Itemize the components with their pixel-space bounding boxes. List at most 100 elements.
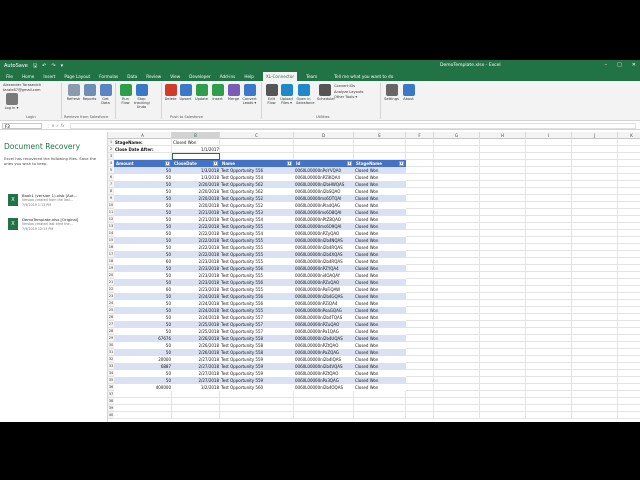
table-cell[interactable]: 2/23/2018	[172, 279, 220, 286]
column-header-e[interactable]: E	[354, 132, 406, 139]
undo-icon[interactable]: ↶	[42, 62, 46, 70]
tab-file[interactable]: File	[6, 74, 13, 79]
table-cell[interactable]: Closed Won	[354, 286, 406, 293]
save-icon[interactable]: 🖫	[33, 62, 37, 70]
column-header-d[interactable]: D	[294, 132, 354, 139]
table-cell[interactable]: Closed Won	[354, 237, 406, 244]
table-cell[interactable]: Test Opportunity 562	[220, 188, 294, 195]
table-cell[interactable]: Test Opportunity 556	[220, 279, 294, 286]
table-cell[interactable]: 50	[114, 307, 172, 314]
table-cell[interactable]: 50	[114, 265, 172, 272]
table-cell[interactable]: Closed Won	[354, 314, 406, 321]
table-cell[interactable]: 0060L00000ms6OTQAI	[294, 195, 354, 202]
table-cell[interactable]: Closed Won	[354, 363, 406, 370]
table-header-name[interactable]: Name	[220, 160, 294, 167]
column-header-h[interactable]: H	[480, 132, 526, 139]
table-cell[interactable]: Closed Won	[354, 377, 406, 384]
table-cell[interactable]: Closed Won	[354, 181, 406, 188]
tab-developer[interactable]: Developer	[189, 74, 211, 79]
table-cell[interactable]: Test Opportunity 555	[220, 286, 294, 293]
table-cell[interactable]: Test Opportunity 562	[220, 181, 294, 188]
table-cell[interactable]: 2/27/2018	[172, 377, 220, 384]
table-cell[interactable]: 3/2/2018	[172, 384, 220, 391]
table-cell[interactable]: 0060L00000nPZyQAO	[294, 230, 354, 237]
table-cell[interactable]: Closed Won	[354, 251, 406, 258]
formula-input[interactable]	[70, 123, 636, 129]
table-cell[interactable]: Test Opportunity 559	[220, 356, 294, 363]
name-box[interactable]: F3	[2, 123, 42, 129]
upsert-button[interactable]: Upsert	[178, 84, 193, 101]
table-cell[interactable]: Test Opportunity 553	[220, 209, 294, 216]
upload-files-button[interactable]: Upload Files ▾	[279, 84, 294, 105]
merge-button[interactable]: Merge	[226, 84, 241, 101]
tab-team[interactable]: Team	[306, 74, 317, 79]
edit-flow-button[interactable]: Edit Flow	[264, 84, 279, 105]
table-cell[interactable]: Closed Won	[354, 272, 406, 279]
tab-page-layout[interactable]: Page Layout	[64, 74, 90, 79]
column-header-f[interactable]: F	[406, 132, 434, 139]
table-cell[interactable]: Closed Won	[354, 300, 406, 307]
tab-review[interactable]: Review	[146, 74, 161, 79]
table-cell[interactable]: 0060L00000nPZtQAO	[294, 370, 354, 377]
table-cell[interactable]: 2/27/2018	[172, 356, 220, 363]
active-cell[interactable]	[172, 153, 220, 160]
table-cell[interactable]: Test Opportunity 556	[220, 300, 294, 307]
scheduler-button[interactable]: Scheduler	[317, 84, 335, 101]
table-cell[interactable]: Closed Won	[354, 293, 406, 300]
table-cell[interactable]: 0060L00000nl2b4NQAS	[294, 237, 354, 244]
table-cell[interactable]: Test Opportunity 555	[220, 237, 294, 244]
table-cell[interactable]: 0060L00000ms6O9QAI	[294, 223, 354, 230]
table-cell[interactable]: 67676	[114, 335, 172, 342]
table-cell[interactable]: 50	[114, 223, 172, 230]
table-cell[interactable]: 0060L00000nPa3QAG	[294, 377, 354, 384]
table-cell[interactable]: 0060L00000ni4OAQAY	[294, 272, 354, 279]
table-cell[interactable]: 2/20/2018	[172, 195, 220, 202]
table-cell[interactable]: 50	[114, 237, 172, 244]
table-cell[interactable]: 50	[114, 321, 172, 328]
get-data-button[interactable]: Get Data	[98, 84, 113, 105]
table-cell[interactable]: 50	[114, 174, 172, 181]
stop-tracking-button[interactable]: Stop tracking/ Undo	[134, 84, 150, 109]
table-cell[interactable]: 50	[114, 377, 172, 384]
table-cell[interactable]: 50	[114, 202, 172, 209]
table-cell[interactable]: 0060L00000nl2bHWQAS	[294, 181, 354, 188]
close-icon[interactable]: ✕	[632, 62, 636, 68]
table-cell[interactable]: 0060L00000nPa1QAG	[294, 328, 354, 335]
table-cell[interactable]: 0060L00000nPZiQA4	[294, 300, 354, 307]
other-tools-button[interactable]: Other Tools ▾	[334, 95, 363, 101]
table-cell[interactable]: Test Opportunity 558	[220, 335, 294, 342]
run-flow-button[interactable]: Run Flow	[118, 84, 133, 105]
table-cell[interactable]: 50	[114, 300, 172, 307]
table-cell[interactable]: 0060L00000nPoYVQA0	[294, 167, 354, 174]
maximize-icon[interactable]: □	[617, 62, 622, 68]
table-cell[interactable]: 0060L00000nPZxQAO	[294, 279, 354, 286]
table-cell[interactable]: 50	[114, 230, 172, 237]
table-cell[interactable]: Test Opportunity 555	[220, 244, 294, 251]
table-cell[interactable]: 2/25/2018	[172, 321, 220, 328]
table-cell[interactable]: 2/23/2018	[172, 272, 220, 279]
table-cell[interactable]: 0060L00000nl2b4TQAS	[294, 314, 354, 321]
redo-icon[interactable]: ↷	[51, 62, 55, 70]
table-cell[interactable]: 2/22/2018	[172, 237, 220, 244]
table-cell[interactable]: 50	[114, 167, 172, 174]
table-cell[interactable]: 0060L00000nPZuQAO	[294, 321, 354, 328]
table-cell[interactable]: Test Opportunity 559	[220, 363, 294, 370]
filter-dropdown-icon[interactable]: ▾	[347, 161, 352, 166]
column-header-i[interactable]: I	[526, 132, 572, 139]
minimize-icon[interactable]: –	[605, 62, 608, 68]
column-header-j[interactable]: J	[572, 132, 618, 139]
table-cell[interactable]: 50	[114, 244, 172, 251]
table-cell[interactable]: Test Opportunity 552	[220, 202, 294, 209]
table-cell[interactable]: Test Opportunity 555	[220, 223, 294, 230]
table-cell[interactable]: 2/27/2018	[172, 370, 220, 377]
table-cell[interactable]: 0060L00000nPtZ8QAO	[294, 216, 354, 223]
table-cell[interactable]: 0060L00000nPaZQAG	[294, 349, 354, 356]
table-cell[interactable]: Closed Won	[354, 279, 406, 286]
table-cell[interactable]: Closed Won	[354, 174, 406, 181]
table-cell[interactable]: 0060L00000nl2b4UQAS	[294, 335, 354, 342]
table-cell[interactable]: Test Opportunity 555	[220, 272, 294, 279]
about-button[interactable]: About	[401, 84, 416, 101]
table-cell[interactable]: 50	[114, 209, 172, 216]
tell-me-search[interactable]: Tell me what you want to do	[334, 74, 393, 79]
table-cell[interactable]: 0060L00000nPla4QAG	[294, 202, 354, 209]
